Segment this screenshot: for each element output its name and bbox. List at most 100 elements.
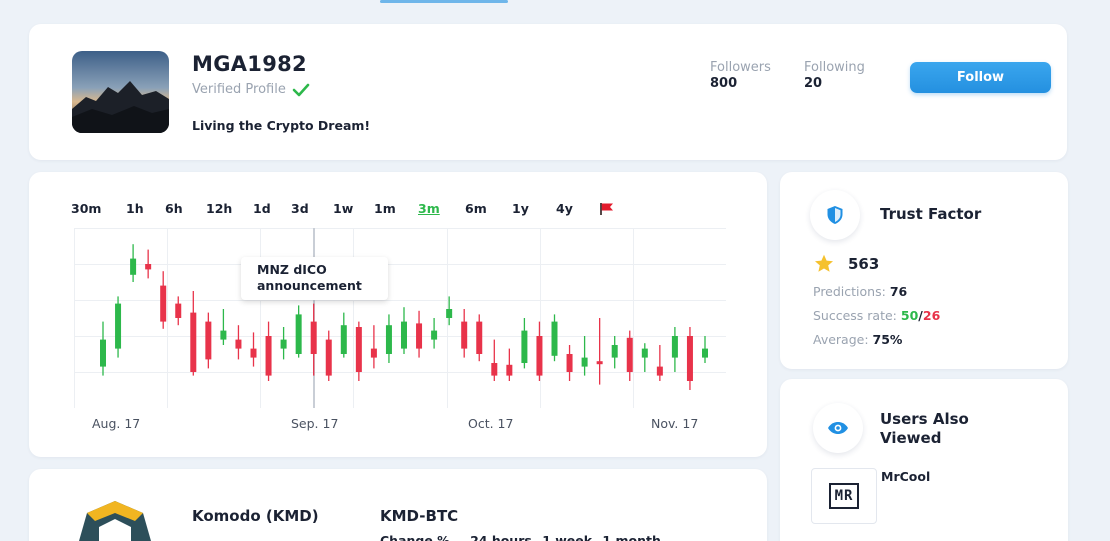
profile-avatar[interactable] [72,51,169,133]
period-1-week[interactable]: 1 week [542,533,592,541]
trust-score-value: 563 [848,254,880,273]
period-1-month[interactable]: 1 month [602,533,660,541]
user-avatar-initials: MR [828,483,860,509]
candle-body [536,336,543,376]
following-stat[interactable]: Following 20 [804,60,865,91]
range-3m[interactable]: 3m [418,201,440,216]
annotation-tooltip: MNZ dICO announcement [241,257,388,300]
candle-body [370,348,377,358]
followers-stat[interactable]: Followers 800 [710,60,771,91]
profile-card: MGA1982 Verified Profile Living the Cryp… [29,24,1067,160]
trust-factor-card: Trust Factor 563 Predictions: 76 Success… [780,172,1068,369]
predictions-label: Predictions: [813,284,886,299]
candle-body [160,285,167,322]
range-1y[interactable]: 1y [512,201,529,216]
candle-body [295,314,302,354]
candle-body [596,361,603,365]
tooltip-line-2: announcement [257,278,362,293]
candle-body [431,330,438,340]
trust-score: 563 [814,254,879,273]
average-label: Average: [813,332,869,347]
range-3d[interactable]: 3d [291,201,309,216]
candle-body [702,348,708,358]
trust-factor-title: Trust Factor [880,205,982,223]
followers-count: 800 [710,76,738,91]
change-label: Change % [380,533,450,541]
following-label: Following [804,60,865,75]
x-label: Oct. 17 [468,416,514,431]
active-tab-indicator [380,0,508,3]
range-12h[interactable]: 12h [206,201,232,216]
coin-name: Komodo (KMD) [192,507,319,525]
range-1d[interactable]: 1d [253,201,271,216]
predictions-value: 76 [889,284,908,299]
users-also-viewed-card: Users Also Viewed MR MrCool [780,379,1068,541]
candle-body [611,345,618,358]
candle-body [566,354,573,372]
candle-body [280,339,287,349]
range-6m[interactable]: 6m [465,201,487,216]
komodo-logo-icon [79,501,151,541]
range-30m[interactable]: 30m [71,201,101,216]
verified-label: Verified Profile [192,82,286,97]
candle-body [671,336,678,358]
flag-icon[interactable] [599,202,615,216]
success-good-value: 50 [900,308,919,323]
candlestick-chart[interactable] [74,228,726,408]
shield-icon-badge [810,190,860,240]
verified-badge: Verified Profile [192,82,310,97]
success-bad-value: 26 [922,308,941,323]
candle-body [581,357,588,367]
change-row: Change % 24 hours 1 week 1 month [380,533,661,541]
success-rate-row: Success rate: 50/26 [813,308,940,323]
candle-body [130,258,137,275]
star-icon [815,254,833,272]
candle-body [100,339,106,367]
candle-body [506,364,513,376]
range-4y[interactable]: 4y [556,201,573,216]
average-row: Average: 75% [813,332,902,347]
title-line-1: Users Also [880,410,969,428]
candle-body [220,330,227,340]
candle-body [310,321,317,354]
candle-body [115,303,122,349]
shield-icon [827,206,843,224]
range-1m[interactable]: 1m [374,201,396,216]
profile-tagline: Living the Crypto Dream! [192,118,371,133]
trading-pair: KMD-BTC [380,507,459,525]
candle-body [235,339,242,349]
tooltip-line-1: MNZ dICO [257,262,327,277]
period-24-hours[interactable]: 24 hours [470,533,532,541]
range-1h[interactable]: 1h [126,201,144,216]
candle-body [175,303,182,318]
candle-body [626,337,633,372]
price-chart-card: 30m 1h 6h 12h 1d 3d 1w 1m 3m 6m 1y 4y MN… [29,172,767,457]
user-avatar[interactable]: MR [811,468,877,524]
candle-body [205,321,212,360]
profile-username: MGA1982 [192,52,307,76]
range-1w[interactable]: 1w [333,201,353,216]
eye-icon-badge [813,403,863,453]
users-also-viewed-title: Users Also Viewed [880,410,969,448]
candle-body [250,348,257,358]
predictions-row: Predictions: 76 [813,284,907,299]
candle-body [325,339,332,376]
average-value: 75% [872,332,903,347]
candle-body [145,264,152,270]
range-6h[interactable]: 6h [165,201,183,216]
candle-body [401,321,407,349]
candle-body [476,321,483,354]
user-name-link[interactable]: MrCool [881,469,930,484]
candle-body [551,321,558,356]
candle-body [446,309,453,318]
candle-body [416,323,423,349]
eye-icon [828,422,848,434]
following-count: 20 [804,76,823,91]
follow-button[interactable]: Follow [910,62,1051,93]
candle-body [656,366,663,376]
candle-body [340,325,347,354]
candle-body [385,325,392,354]
candle-body [190,312,197,372]
x-label: Sep. 17 [291,416,339,431]
candle-body [641,348,648,358]
